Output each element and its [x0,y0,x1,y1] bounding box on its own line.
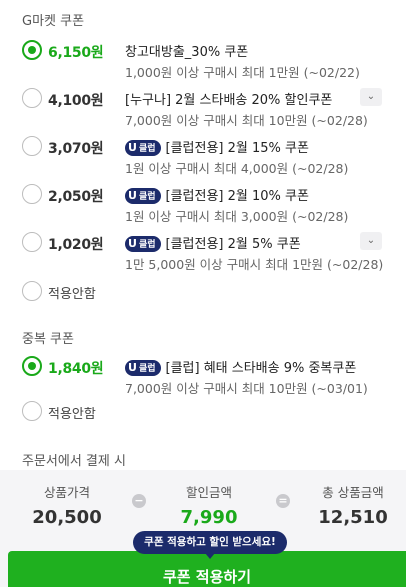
coupon-condition: 1원 이상 구매시 최대 4,000원 (~02/28) [125,161,349,176]
discount-amount: 할인금액 7,990 [154,482,264,528]
club-badge-icon: U 클럽 [125,235,161,252]
product-price-label: 상품가격 [43,485,90,500]
club-badge-u: U [128,188,137,202]
coupon-condition: 1,000원 이상 구매시 최대 1만원 (~02/22) [125,65,360,80]
club-badge-text: 클럽 [138,239,156,250]
club-badge-icon: U 클럽 [125,187,161,204]
product-price-value: 20,500 [32,507,102,528]
radio-button[interactable] [22,88,42,108]
total-price-value: 12,510 [318,507,388,528]
none-option-label: 적용안함 [48,407,96,422]
coupon-name: 창고대방출_30% 쿠폰 [125,41,248,60]
club-badge-u: U [128,360,137,374]
coupon-discount-amount: 6,150원 [48,45,104,61]
radio-button[interactable] [22,401,42,421]
coupon-name-text: [클럽전용] 2월 15% 쿠폰 [165,141,309,156]
gmarket-coupon-none-option[interactable]: 적용안함 [0,280,406,302]
coupon-name-text: [클럽전용] 2월 10% 쿠폰 [165,189,309,204]
coupon-discount-amount: 1,020원 [48,237,104,253]
club-badge-text: 클럽 [138,143,156,154]
coupon-name-text: [클럽전용] 2월 5% 쿠폰 [165,237,301,252]
club-badge-u: U [128,236,137,250]
equals-icon: = [276,494,290,508]
coupon-discount-amount: 3,070원 [48,141,104,157]
coupon-option[interactable]: 4,100원 [누구나] 2월 스타배송 20% 할인쿠폰 7,000원 이상 구매… [0,86,406,128]
coupon-condition: 1만 5,000원 이상 구매시 최대 1만원 (~02/28) [125,257,384,272]
coupon-name-text: [누구나] 2월 스타배송 20% 할인쿠폰 [125,93,333,108]
radio-button[interactable] [22,40,42,60]
coupon-option[interactable]: 6,150원 창고대방출_30% 쿠폰 1,000원 이상 구매시 최대 1만원 (… [0,38,406,80]
coupon-option[interactable]: 3,070원 U 클럽 [클럽전용] 2월 15% 쿠폰 1원 이상 구매시 최대 4,… [0,134,406,176]
chevron-down-icon[interactable]: ⌄ [360,88,382,106]
coupon-name: U 클럽 [클럽] 혜태 스타배송 9% 중복쿠폰 [125,357,356,377]
club-badge-icon: U 클럽 [125,359,161,376]
total-price: 총 상품금액 12,510 [298,482,406,528]
coupon-option[interactable]: 2,050원 U 클럽 [클럽전용] 2월 10% 쿠폰 1원 이상 구매시 최대 3,… [0,182,406,224]
radio-button[interactable] [22,136,42,156]
chevron-down-icon[interactable]: ⌄ [360,232,382,250]
radio-button[interactable] [22,184,42,204]
radio-button[interactable] [22,281,42,301]
gmarket-coupon-section-title: G마켓 쿠폰 [22,14,85,29]
coupon-name: U 클럽 [클럽전용] 2월 15% 쿠폰 [125,137,309,157]
club-badge-text: 클럽 [138,363,156,374]
discount-amount-label: 할인금액 [185,485,232,500]
coupon-name: U 클럽 [클럽전용] 2월 5% 쿠폰 [125,233,301,253]
product-price: 상품가격 20,500 [12,482,122,528]
apply-coupon-tooltip: 쿠폰 적용하고 할인 받으세요! [133,531,287,559]
checkout-section-title: 주문서에서 결제 시 [22,454,126,469]
none-option-label: 적용안함 [48,287,96,302]
duplicate-coupon-none-option[interactable]: 적용안함 [0,400,406,422]
coupon-condition: 7,000원 이상 구매시 최대 10만원 (~03/01) [125,381,368,396]
club-badge-u: U [128,140,137,154]
coupon-option[interactable]: 1,840원 U 클럽 [클럽] 혜태 스타배송 9% 중복쿠폰 7,000원 이상 구… [0,354,406,396]
minus-icon: − [132,494,146,508]
radio-button[interactable] [22,356,42,376]
radio-button[interactable] [22,232,42,252]
club-badge-text: 클럽 [138,191,156,202]
club-badge-icon: U 클럽 [125,139,161,156]
coupon-name-text: 창고대방출_30% 쿠폰 [125,45,249,60]
discount-amount-value: 7,990 [180,507,238,528]
coupon-discount-amount: 1,840원 [48,361,104,377]
duplicate-coupon-section-title: 중복 쿠폰 [22,332,74,347]
coupon-discount-amount: 4,100원 [48,93,104,109]
coupon-name: U 클럽 [클럽전용] 2월 10% 쿠폰 [125,185,309,205]
coupon-name-text: [클럽] 혜태 스타배송 9% 중복쿠폰 [165,361,357,376]
coupon-option[interactable]: 1,020원 U 클럽 [클럽전용] 2월 5% 쿠폰 1만 5,000원 이상 구매시… [0,230,406,272]
coupon-condition: 1원 이상 구매시 최대 3,000원 (~02/28) [125,209,349,224]
coupon-discount-amount: 2,050원 [48,189,104,205]
coupon-condition: 7,000원 이상 구매시 최대 10만원 (~02/28) [125,113,368,128]
coupon-name: [누구나] 2월 스타배송 20% 할인쿠폰 [125,89,332,108]
total-price-label: 총 상품금액 [322,485,384,500]
